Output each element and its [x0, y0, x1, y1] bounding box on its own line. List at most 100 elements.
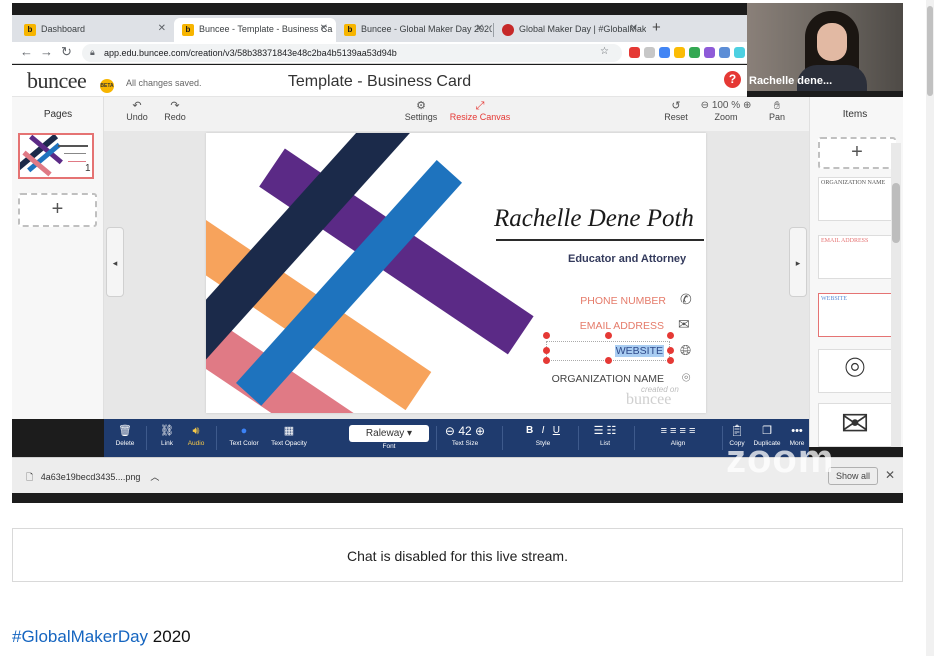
page-scrollbar[interactable]: [926, 0, 934, 656]
item-location-pin[interactable]: ⌾: [818, 349, 892, 393]
redo-button[interactable]: ↷ Redo: [162, 100, 188, 122]
chat-disabled-message: Chat is disabled for this live stream.: [347, 548, 568, 564]
resize-handle[interactable]: [543, 347, 550, 354]
resize-handle[interactable]: [543, 332, 550, 339]
card-role-text[interactable]: Educator and Attorney: [568, 253, 686, 265]
phone-icon[interactable]: ✆: [680, 291, 692, 308]
align-group[interactable]: ≡ ≡ ≡ ≡ Align: [642, 424, 714, 447]
star-icon[interactable]: ☆: [600, 46, 609, 57]
editor-scrollbar[interactable]: [891, 143, 901, 447]
website-text[interactable]: WEBSITE: [514, 345, 664, 357]
resize-handle[interactable]: [543, 357, 550, 364]
business-card-canvas[interactable]: Rachelle Dene Poth Educator and Attorney…: [206, 133, 706, 413]
live-stream-video[interactable]: b Dashboard ✕ b Buncee - Template - Busi…: [12, 3, 903, 503]
extension-icon[interactable]: [659, 47, 670, 58]
reset-button[interactable]: ↺ Reset: [662, 100, 690, 122]
reset-label: Reset: [664, 112, 688, 122]
pan-button[interactable]: ✋︎ Pan: [764, 100, 790, 122]
extension-icon[interactable]: [689, 47, 700, 58]
phone-text[interactable]: PHONE NUMBER: [516, 295, 666, 307]
document-title[interactable]: Template - Business Card: [12, 73, 747, 91]
extension-icon[interactable]: [674, 47, 685, 58]
item-website[interactable]: WEBSITE: [818, 293, 892, 337]
add-item-button[interactable]: +: [818, 137, 896, 169]
hashtag-link[interactable]: #GlobalMakerDay: [12, 627, 148, 646]
trash-icon: 🗑︎: [118, 425, 132, 437]
card-name-text[interactable]: Rachelle Dene Poth: [494, 205, 694, 233]
resize-handle[interactable]: [605, 332, 612, 339]
extension-icon[interactable]: [734, 47, 745, 58]
resize-handle[interactable]: [667, 357, 674, 364]
tab-close-icon[interactable]: ✕: [476, 23, 484, 34]
list-button[interactable]: ☰ ☷ List: [586, 424, 624, 447]
font-select[interactable]: Raleway ▾: [349, 425, 429, 442]
file-icon: 🗋︎: [26, 472, 34, 482]
chevron-up-icon[interactable]: ︿: [150, 472, 159, 482]
resize-handle[interactable]: [667, 332, 674, 339]
tab-close-icon[interactable]: ✕: [320, 23, 328, 34]
page-thumbnail[interactable]: [18, 133, 94, 179]
text-size-label: Text Size: [451, 440, 479, 447]
forward-icon[interactable]: →: [40, 44, 53, 59]
url-bar[interactable]: 🔒︎ app.edu.buncee.com/creation/v3/58b383…: [82, 44, 622, 62]
item-email-address[interactable]: EMAIL ADDRESS: [818, 235, 892, 279]
align-icons: ≡ ≡ ≡ ≡: [660, 425, 696, 437]
zoom-label: Zoom: [714, 112, 738, 122]
extension-icon[interactable]: [644, 47, 655, 58]
website-selected-text[interactable]: WEBSITE: [614, 345, 664, 357]
resize-handle[interactable]: [667, 347, 674, 354]
resize-canvas-button[interactable]: ⤢ Resize Canvas: [449, 100, 511, 122]
resize-handle[interactable]: [605, 357, 612, 364]
font-label: Font: [382, 443, 396, 450]
undo-button[interactable]: ↶ Undo: [124, 100, 150, 122]
envelope-icon[interactable]: ✉: [678, 316, 690, 333]
extension-icon[interactable]: [704, 47, 715, 58]
page-scrollbar-thumb[interactable]: [927, 6, 933, 96]
tab-global-maker-day[interactable]: Global Maker Day | #GlobalMake ✕: [494, 18, 646, 42]
tab-close-icon[interactable]: ✕: [158, 23, 166, 34]
italic-button[interactable]: I: [542, 425, 545, 436]
tab-close-icon[interactable]: ✕: [630, 23, 638, 34]
site-favicon-icon: [502, 24, 514, 36]
back-icon[interactable]: ←: [20, 44, 33, 59]
organization-text[interactable]: ORGANIZATION NAME: [514, 373, 664, 385]
reload-icon[interactable]: ↻: [61, 44, 72, 60]
audio-button[interactable]: 🔊︎ Audio: [184, 424, 208, 447]
link-button[interactable]: ⛓︎ Link: [156, 424, 178, 447]
new-tab-button[interactable]: +: [652, 19, 661, 36]
text-opacity-button[interactable]: ▦ Text Opacity: [268, 424, 310, 447]
bold-button[interactable]: B: [526, 425, 533, 436]
help-icon[interactable]: ?: [724, 71, 741, 88]
reset-icon: ↺: [671, 100, 681, 112]
tab-title: Dashboard: [41, 24, 86, 34]
close-icon[interactable]: ✕: [885, 468, 895, 482]
extension-icon[interactable]: [719, 47, 730, 58]
tab-dashboard[interactable]: b Dashboard ✕: [16, 18, 174, 42]
delete-button[interactable]: 🗑︎ Delete: [114, 424, 136, 447]
item-organization-name[interactable]: ORGANIZATION NAME: [818, 177, 892, 221]
pan-label: Pan: [768, 112, 785, 122]
canvas-area: ◂ ▸ Rachelle Dene Poth Educator and Atto…: [104, 131, 809, 419]
download-item[interactable]: 🗋︎ 4a63e19becd3435....png ︿: [26, 470, 159, 486]
settings-button[interactable]: ⚙ Settings: [402, 100, 440, 122]
collapse-items-button[interactable]: ▸: [789, 227, 807, 297]
text-color-button[interactable]: ● Text Color: [226, 424, 262, 447]
collapse-pages-button[interactable]: ◂: [106, 227, 124, 297]
browser-address-bar: ← → ↻ 🔒︎ app.edu.buncee.com/creation/v3/…: [12, 42, 747, 64]
zoom-stepper[interactable]: ⊖ 100 % ⊕: [697, 100, 755, 112]
item-label: ORGANIZATION NAME: [821, 180, 886, 186]
underline-button[interactable]: U: [553, 425, 560, 436]
location-pin-icon[interactable]: ⌾: [682, 369, 690, 386]
tab-global-maker-day-buncee[interactable]: b Buncee - Global Maker Day 2020 ✕: [336, 18, 492, 42]
extension-icon[interactable]: [629, 47, 640, 58]
tab-business-card[interactable]: b Buncee - Template - Business Ca ✕: [174, 18, 336, 42]
globe-icon[interactable]: 🌐︎: [680, 342, 691, 359]
show-all-button[interactable]: Show all: [828, 467, 878, 485]
add-page-button[interactable]: +: [18, 193, 97, 227]
buncee-favicon-icon: b: [24, 24, 36, 36]
editor-scrollbar-thumb[interactable]: [892, 183, 900, 243]
text-opacity-label: Text Opacity: [271, 440, 307, 447]
email-text[interactable]: EMAIL ADDRESS: [514, 320, 664, 332]
text-size-stepper[interactable]: ⊖ 42 ⊕ Text Size: [438, 424, 492, 447]
thumb-text-line: [64, 153, 86, 154]
